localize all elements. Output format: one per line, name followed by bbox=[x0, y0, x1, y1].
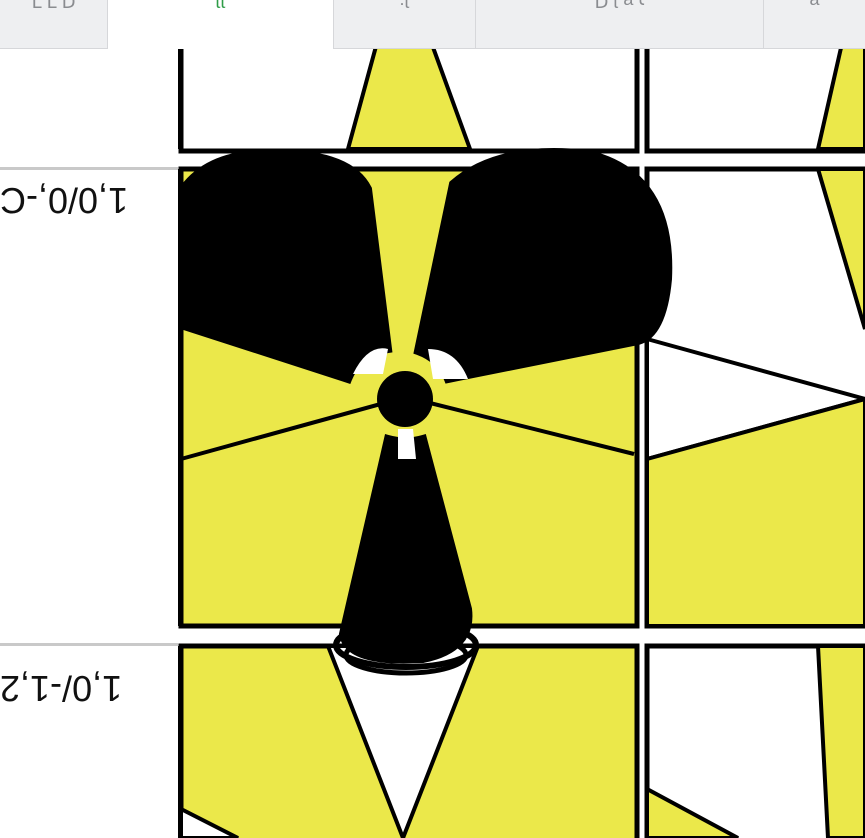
tab-5-label: ɐ bbox=[809, 0, 820, 11]
tile-r0-c1[interactable] bbox=[644, 49, 865, 154]
tab-3-label: ʇ: bbox=[399, 0, 410, 11]
tile-r0-c0[interactable] bbox=[178, 49, 640, 154]
tab-2[interactable]: ʇʇ bbox=[108, 0, 334, 49]
row-separator bbox=[0, 643, 178, 646]
row-label-column: 1,0/0,-C 1,0/-1,2 bbox=[0, 49, 178, 838]
tab-1[interactable]: ᗡ ꓶ ꓶ bbox=[0, 0, 108, 48]
tab-bar: ᗡ ꓶ ꓶ ʇʇ ʇ: ɿ ɐ ʇ ꓷ ɐ bbox=[0, 0, 865, 49]
row-label-1: 1,0/0,-C bbox=[0, 180, 129, 221]
tile-r1-c1[interactable] bbox=[644, 166, 865, 629]
row-label-2: 1,0/-1,2 bbox=[0, 668, 123, 709]
row-separator bbox=[0, 167, 178, 170]
tile-grid-svg bbox=[178, 49, 865, 838]
tab-5[interactable]: ɐ bbox=[764, 0, 865, 48]
tab-1-label: ᗡ ꓶ ꓶ bbox=[31, 0, 76, 11]
tile-r2-c1[interactable] bbox=[644, 643, 865, 838]
tab-4-label: ɿ ɐ ʇ ꓷ bbox=[594, 0, 645, 11]
grid-gap bbox=[178, 626, 865, 646]
tab-4[interactable]: ɿ ɐ ʇ ꓷ bbox=[476, 0, 764, 48]
tab-2-label: ʇʇ bbox=[215, 0, 226, 11]
tile-grid bbox=[178, 49, 865, 838]
tab-3[interactable]: ʇ: bbox=[334, 0, 476, 48]
